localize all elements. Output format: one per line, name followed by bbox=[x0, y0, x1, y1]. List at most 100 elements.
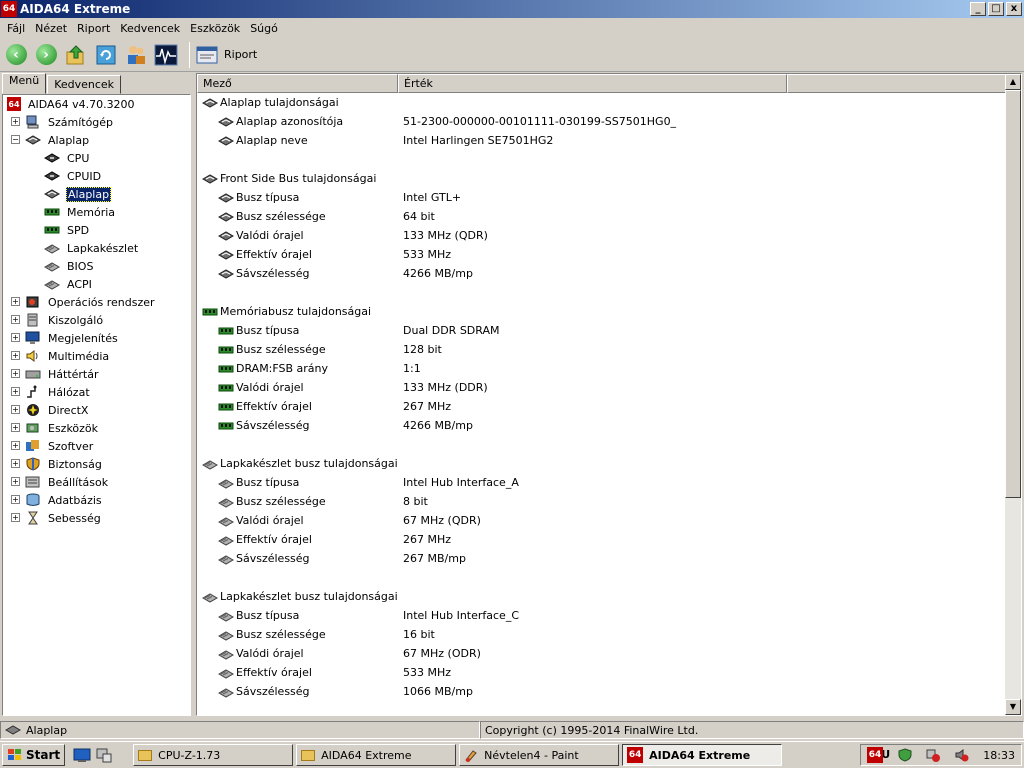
taskbar-item-paint[interactable]: Névtelen4 - Paint bbox=[459, 744, 620, 766]
tree-expander[interactable]: + bbox=[11, 387, 20, 396]
menu-tools[interactable]: Eszközök bbox=[185, 22, 245, 35]
tree-expander[interactable]: + bbox=[11, 405, 20, 414]
detail-row[interactable]: Sávszélesség 4266 MB/mp bbox=[197, 264, 1007, 283]
refresh-button[interactable] bbox=[93, 42, 119, 68]
tree-item-operacios-rendszer[interactable]: + Operációs rendszer bbox=[3, 293, 190, 311]
tree-item-beallitasok[interactable]: + Beállítások bbox=[3, 473, 190, 491]
user-button[interactable] bbox=[123, 42, 149, 68]
detail-row[interactable]: Sávszélesség 267 MB/mp bbox=[197, 549, 1007, 568]
detail-row[interactable]: Busz típusa Intel Hub Interface_A bbox=[197, 473, 1007, 492]
maximize-button[interactable]: □ bbox=[988, 2, 1004, 16]
clock[interactable]: 18:33 bbox=[983, 749, 1015, 762]
tree-expander[interactable]: + bbox=[11, 297, 20, 306]
tree-item-cpu[interactable]: CPU bbox=[3, 149, 190, 167]
detail-row[interactable]: Alaplap neve Intel Harlingen SE7501HG2 bbox=[197, 131, 1007, 150]
detail-row[interactable]: Effektív órajel 533 MHz bbox=[197, 663, 1007, 682]
section-header[interactable]: Memóriabusz tulajdonságai bbox=[197, 302, 1007, 321]
tree-item-megjelenites[interactable]: + Megjelenítés bbox=[3, 329, 190, 347]
tree-expander[interactable]: + bbox=[11, 423, 20, 432]
tree-expander[interactable]: − bbox=[11, 135, 20, 144]
tab-menu[interactable]: Menü bbox=[2, 73, 47, 94]
detail-row[interactable]: Alaplap azonosítója 51-2300-000000-001011… bbox=[197, 112, 1007, 131]
detail-row[interactable]: Valódi órajel 67 MHz (QDR) bbox=[197, 511, 1007, 530]
tree-item-lapkakeszlet[interactable]: Lapkakészlet bbox=[3, 239, 190, 257]
up-button[interactable] bbox=[63, 42, 89, 68]
detail-row[interactable]: Sávszélesség 1066 MB/mp bbox=[197, 682, 1007, 701]
detail-row[interactable]: Busz típusa Intel Hub Interface_C bbox=[197, 606, 1007, 625]
detail-row[interactable]: Sávszélesség 4266 MB/mp bbox=[197, 416, 1007, 435]
tree-item-bios[interactable]: BIOS bbox=[3, 257, 190, 275]
detail-row[interactable]: Busz típusa Intel GTL+ bbox=[197, 188, 1007, 207]
menu-report[interactable]: Riport bbox=[72, 22, 115, 35]
benchmark-button[interactable] bbox=[153, 42, 179, 68]
detail-row[interactable]: Effektív órajel 267 MHz bbox=[197, 397, 1007, 416]
start-button[interactable]: Start bbox=[2, 744, 66, 766]
network-computer-icon[interactable] bbox=[95, 747, 113, 763]
tree-item-cpuid[interactable]: CPUID bbox=[3, 167, 190, 185]
section-header[interactable]: Lapkakészlet busz tulajdonságai bbox=[197, 587, 1007, 606]
tree-item-szamitogep[interactable]: + Számítógép bbox=[3, 113, 190, 131]
detail-row[interactable]: DRAM:FSB arány 1:1 bbox=[197, 359, 1007, 378]
detail-row[interactable]: Busz szélessége 8 bit bbox=[197, 492, 1007, 511]
menu-view[interactable]: Nézet bbox=[30, 22, 72, 35]
section-header[interactable]: Lapkakészlet busz tulajdonságai bbox=[197, 454, 1007, 473]
tree-expander[interactable]: + bbox=[11, 459, 20, 468]
back-button[interactable]: ‹ bbox=[3, 42, 29, 68]
detail-row[interactable]: Busz szélessége 64 bit bbox=[197, 207, 1007, 226]
tree-item-directx[interactable]: + DirectX bbox=[3, 401, 190, 419]
shield-tray-icon[interactable] bbox=[898, 748, 912, 762]
scroll-thumb[interactable] bbox=[1005, 90, 1021, 498]
detail-row[interactable]: Busz típusa Dual DDR SDRAM bbox=[197, 321, 1007, 340]
tree-expander[interactable]: + bbox=[11, 333, 20, 342]
detail-row[interactable]: Busz szélessége 16 bit bbox=[197, 625, 1007, 644]
show-desktop-icon[interactable] bbox=[73, 747, 91, 763]
tree-item-sebesseg[interactable]: + Sebesség bbox=[3, 509, 190, 527]
tree-item-eszkozok[interactable]: + Eszközök bbox=[3, 419, 190, 437]
scroll-down-arrow[interactable]: ▼ bbox=[1005, 699, 1021, 715]
tree-item-hattertar[interactable]: + Háttértár bbox=[3, 365, 190, 383]
tree-item-halozat[interactable]: + Hálózat bbox=[3, 383, 190, 401]
menu-file[interactable]: Fájl bbox=[2, 22, 30, 35]
detail-row[interactable]: Effektív órajel 267 MHz bbox=[197, 530, 1007, 549]
speaker-muted-icon[interactable] bbox=[955, 748, 969, 762]
scroll-up-arrow[interactable]: ▲ bbox=[1005, 74, 1021, 90]
aida64-tray-icon[interactable]: 64 bbox=[867, 747, 883, 763]
tree-expander[interactable]: + bbox=[11, 351, 20, 360]
section-header[interactable]: Alaplap tulajdonságai bbox=[197, 93, 1007, 112]
tree-expander[interactable]: + bbox=[11, 477, 20, 486]
detail-row[interactable]: Valódi órajel 133 MHz (DDR) bbox=[197, 378, 1007, 397]
tree-item-biztonsag[interactable]: + Biztonság bbox=[3, 455, 190, 473]
menu-favorites[interactable]: Kedvencek bbox=[115, 22, 185, 35]
tree-item-alaplap[interactable]: − Alaplap bbox=[3, 131, 190, 149]
menu-help[interactable]: Súgó bbox=[245, 22, 283, 35]
tree-expander[interactable]: + bbox=[11, 117, 20, 126]
tree-expander[interactable]: + bbox=[11, 315, 20, 324]
tree-item-szoftver[interactable]: + Szoftver bbox=[3, 437, 190, 455]
tree-item-multimedia[interactable]: + Multimédia bbox=[3, 347, 190, 365]
close-button[interactable]: x bbox=[1006, 2, 1022, 16]
tree-expander[interactable]: + bbox=[11, 369, 20, 378]
detail-row[interactable]: Busz szélessége 128 bit bbox=[197, 340, 1007, 359]
tree-expander[interactable]: + bbox=[11, 495, 20, 504]
tree-item-acpi[interactable]: ACPI bbox=[3, 275, 190, 293]
detail-row[interactable]: Valódi órajel 67 MHz (ODR) bbox=[197, 644, 1007, 663]
tab-favorites[interactable]: Kedvencek bbox=[47, 75, 122, 94]
tree-item-memoria[interactable]: Memória bbox=[3, 203, 190, 221]
network-warning-icon[interactable] bbox=[926, 748, 941, 762]
tree-item-alaplap[interactable]: Alaplap bbox=[3, 185, 190, 203]
report-button[interactable]: Riport bbox=[196, 45, 257, 65]
tree-item-adatbazis[interactable]: + Adatbázis bbox=[3, 491, 190, 509]
tree-expander[interactable]: + bbox=[11, 441, 20, 450]
column-header-value[interactable]: Érték bbox=[398, 74, 787, 93]
tree-root[interactable]: 64 AIDA64 v4.70.3200 bbox=[3, 95, 190, 113]
forward-button[interactable]: › bbox=[33, 42, 59, 68]
taskbar-item-cpuz[interactable]: CPU-Z-1.73 bbox=[133, 744, 294, 766]
tree-item-kiszolgalo[interactable]: + Kiszolgáló bbox=[3, 311, 190, 329]
tree-expander[interactable]: + bbox=[11, 513, 20, 522]
detail-row[interactable]: Effektív órajel 533 MHz bbox=[197, 245, 1007, 264]
vertical-scrollbar[interactable]: ▲ ▼ bbox=[1005, 74, 1021, 715]
column-header-field[interactable]: Mező bbox=[197, 74, 398, 93]
taskbar-item-aida64[interactable]: 64 AIDA64 Extreme bbox=[622, 744, 783, 766]
taskbar-item-aida-folder[interactable]: AIDA64 Extreme bbox=[296, 744, 457, 766]
minimize-button[interactable]: _ bbox=[970, 2, 986, 16]
